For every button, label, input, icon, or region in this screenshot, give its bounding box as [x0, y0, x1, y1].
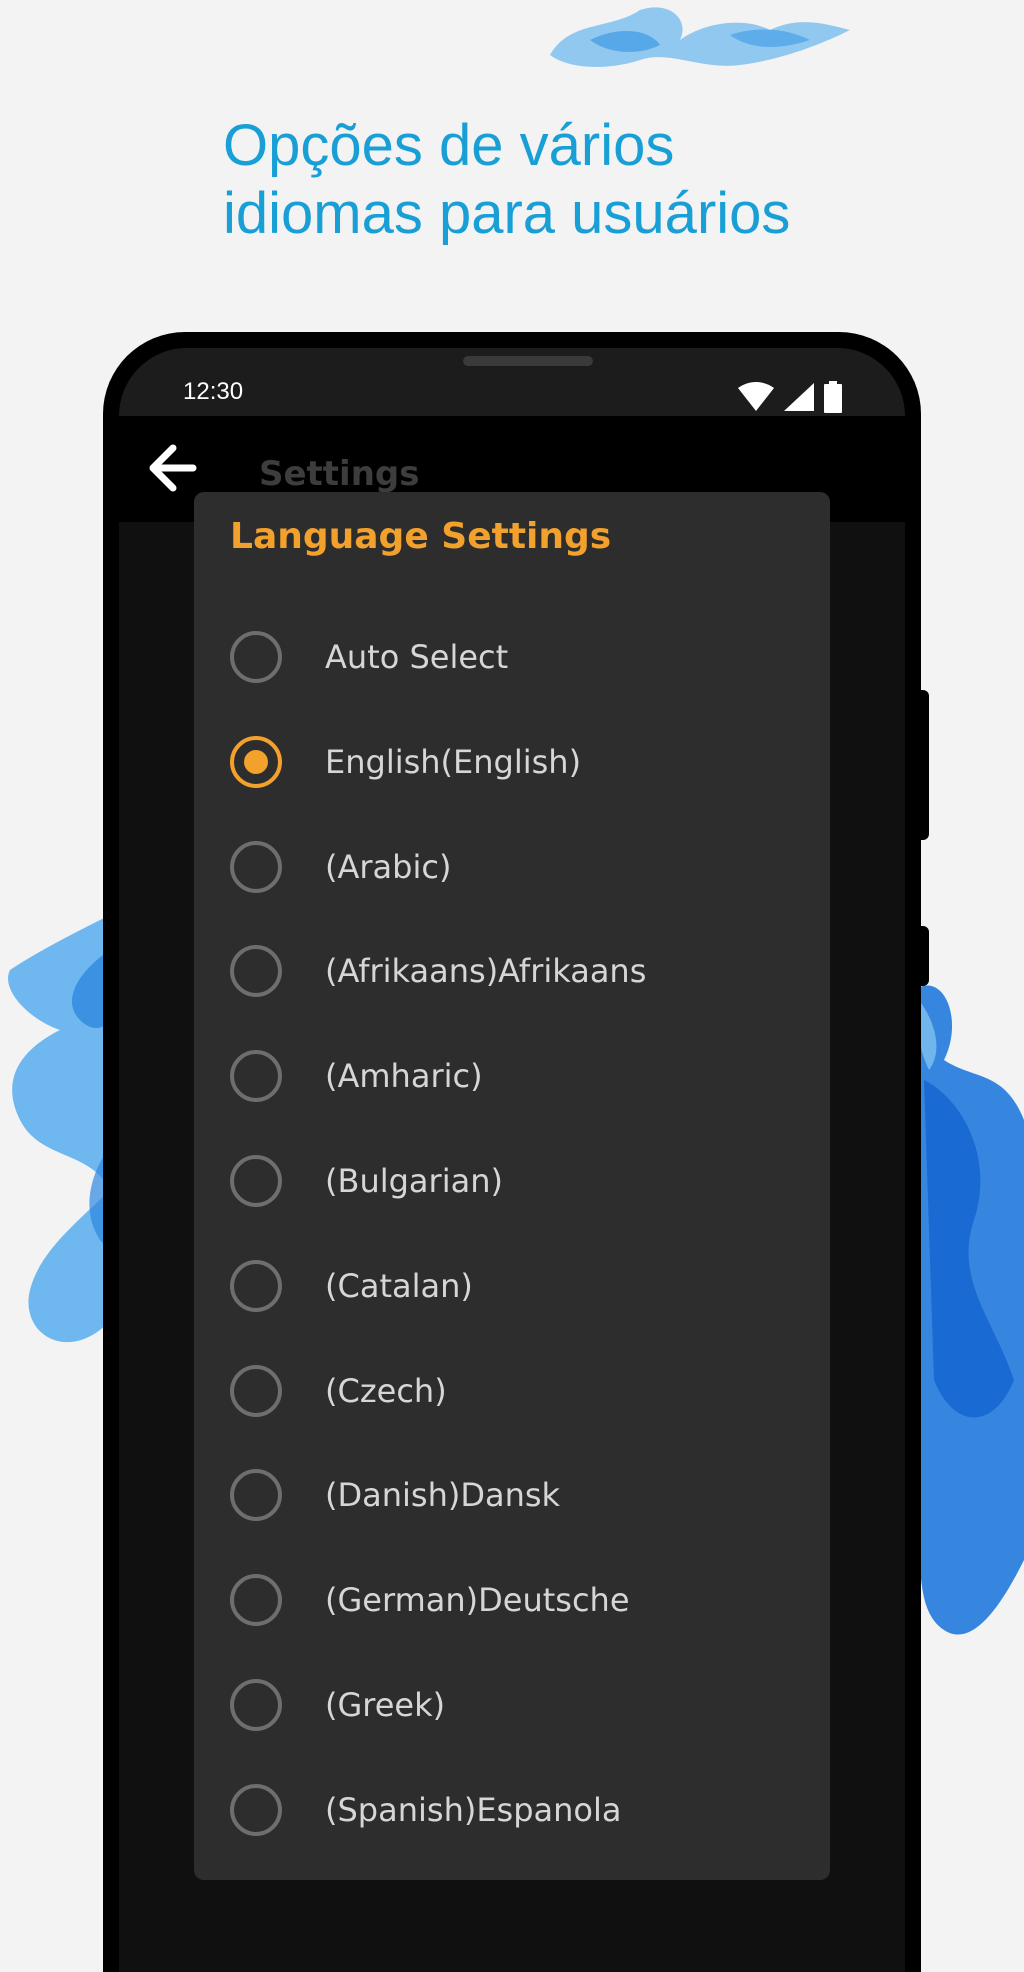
blue-smoke-decoration-right — [914, 985, 1024, 1635]
phone-power-button — [921, 926, 929, 986]
arrow-left-icon — [149, 444, 197, 492]
promo-headline-line-2: idiomas para usuários — [223, 181, 791, 246]
language-option[interactable]: (Greek) — [194, 1658, 830, 1763]
status-icons — [737, 381, 843, 413]
language-option-label: Auto Select — [325, 638, 509, 676]
language-option[interactable]: (Bulgarian) — [194, 1134, 830, 1239]
radio-button[interactable] — [230, 1469, 282, 1522]
radio-button[interactable] — [230, 945, 282, 998]
radio-button[interactable] — [230, 1259, 282, 1312]
language-option[interactable]: (Arabic) — [194, 820, 830, 925]
language-option[interactable]: Auto Select — [194, 610, 830, 715]
promo-headline: Opções de vários idiomas para usuários — [223, 112, 943, 248]
app-bar-title: Settings — [259, 454, 420, 494]
language-option[interactable]: (Afrikaans)Afrikaans — [194, 924, 830, 1029]
phone-speaker — [463, 356, 593, 366]
radio-button[interactable] — [230, 1050, 282, 1103]
battery-icon — [824, 381, 842, 413]
phone-volume-button — [921, 690, 929, 840]
radio-button-selected[interactable] — [230, 735, 282, 788]
language-option-label: (Amharic) — [325, 1057, 483, 1096]
back-button[interactable] — [147, 442, 199, 494]
dialog-title: Language Settings — [230, 516, 612, 557]
language-option[interactable]: English(English) — [194, 715, 830, 820]
radio-button[interactable] — [230, 1154, 282, 1207]
language-option[interactable]: (Amharic) — [194, 1029, 830, 1134]
radio-button[interactable] — [230, 1783, 282, 1836]
wifi-icon — [738, 382, 774, 411]
radio-button[interactable] — [230, 631, 282, 683]
language-option[interactable]: (Czech) — [194, 1344, 830, 1449]
language-option-label: (Bulgarian) — [325, 1161, 503, 1200]
language-settings-dialog: Language Settings Auto Select English(En… — [194, 492, 830, 1880]
language-option[interactable]: (Spanish)Espanola — [194, 1763, 830, 1868]
radio-button[interactable] — [230, 1678, 282, 1731]
blue-smoke-decoration-top — [550, 7, 850, 67]
promo-headline-line-1: Opções de vários — [223, 113, 675, 178]
language-option-label: (Afrikaans)Afrikaans — [325, 952, 647, 991]
language-option[interactable]: (Danish)Dansk — [194, 1448, 830, 1553]
language-option-label: (Arabic) — [325, 847, 452, 886]
language-option[interactable]: (Catalan) — [194, 1239, 830, 1344]
status-time: 12:30 — [183, 378, 244, 405]
language-option-label: (Czech) — [325, 1371, 447, 1410]
status-bar: 12:30 — [119, 348, 905, 416]
language-option-label: (Danish)Dansk — [325, 1476, 561, 1515]
language-option-label: (Greek) — [325, 1685, 446, 1724]
language-option-label: English(English) — [325, 742, 582, 781]
language-option[interactable]: (German)Deutsche — [194, 1553, 830, 1658]
language-option-label: (German)Deutsche — [325, 1581, 630, 1620]
language-options-list: Auto Select English(English) (Arabic) (A… — [194, 610, 830, 1868]
language-option-label: (Spanish)Espanola — [325, 1790, 622, 1829]
radio-button[interactable] — [230, 840, 282, 893]
language-option-label: (Catalan) — [325, 1266, 473, 1305]
radio-button[interactable] — [230, 1574, 282, 1627]
cell-signal-icon — [784, 383, 814, 411]
radio-button[interactable] — [230, 1364, 282, 1417]
